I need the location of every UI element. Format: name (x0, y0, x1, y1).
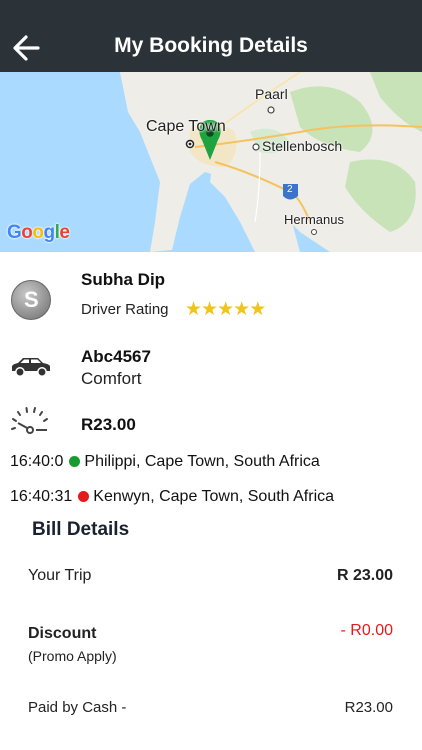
pickup-time: 16:40:0 (10, 453, 64, 470)
driver-name: Subha Dip (81, 270, 166, 289)
map-label-paarl: Paarl (255, 86, 288, 102)
star-rating: ★★★★★ (185, 298, 266, 321)
fare-amount: R23.00 (81, 415, 136, 434)
dropoff-dot-icon (78, 490, 90, 502)
map-label-stellenbosch: Stellenbosch (262, 138, 343, 154)
car-icon (10, 356, 52, 378)
dropoff-address: Kenwyn, Cape Town, South Africa (93, 488, 335, 505)
dropoff-stop: 16:40:31 Kenwyn, Cape Town, South Africa (10, 488, 334, 506)
app-header: My Booking Details (0, 0, 422, 72)
avatar-initial: S (24, 287, 39, 312)
discount-label: Discount (28, 625, 97, 642)
vehicle-plate: Abc4567 (81, 347, 151, 366)
map-label-cape-town: Cape Town (146, 118, 226, 135)
star-icon: ★ (185, 299, 202, 320)
discount-value: - R0.00 (340, 622, 393, 639)
promo-apply-note: (Promo Apply) (28, 648, 117, 664)
speedometer-icon (10, 406, 50, 436)
pickup-address: Philippi, Cape Town, South Africa (84, 453, 320, 470)
dropoff-time: 16:40:31 (10, 488, 73, 505)
bill-details-title: Bill Details (32, 519, 130, 540)
google-logo: Google (7, 222, 70, 243)
your-trip-value: R 23.00 (336, 567, 393, 584)
map-label-hermanus: Hermanus (284, 212, 344, 227)
your-trip-label: Your Trip (28, 567, 92, 584)
route-shield-label: 2 (287, 184, 293, 195)
page-title: My Booking Details (114, 34, 308, 57)
vehicle-type: Comfort (81, 369, 142, 388)
star-icon: ★ (249, 299, 266, 320)
star-icon: ★ (233, 299, 250, 320)
star-icon: ★ (217, 299, 234, 320)
paid-by-cash-value: R23.00 (344, 699, 393, 716)
paid-by-cash-label: Paid by Cash - (28, 699, 127, 716)
star-icon: ★ (201, 299, 218, 320)
driver-rating-label: Driver Rating (81, 301, 169, 318)
pickup-stop: 16:40:0 Philippi, Cape Town, South Africa (10, 453, 320, 471)
driver-avatar: S (11, 280, 51, 320)
route-map[interactable]: Paarl Cape Town Stellenbosch Hermanus 2 … (0, 72, 422, 252)
pickup-dot-icon (69, 455, 81, 467)
